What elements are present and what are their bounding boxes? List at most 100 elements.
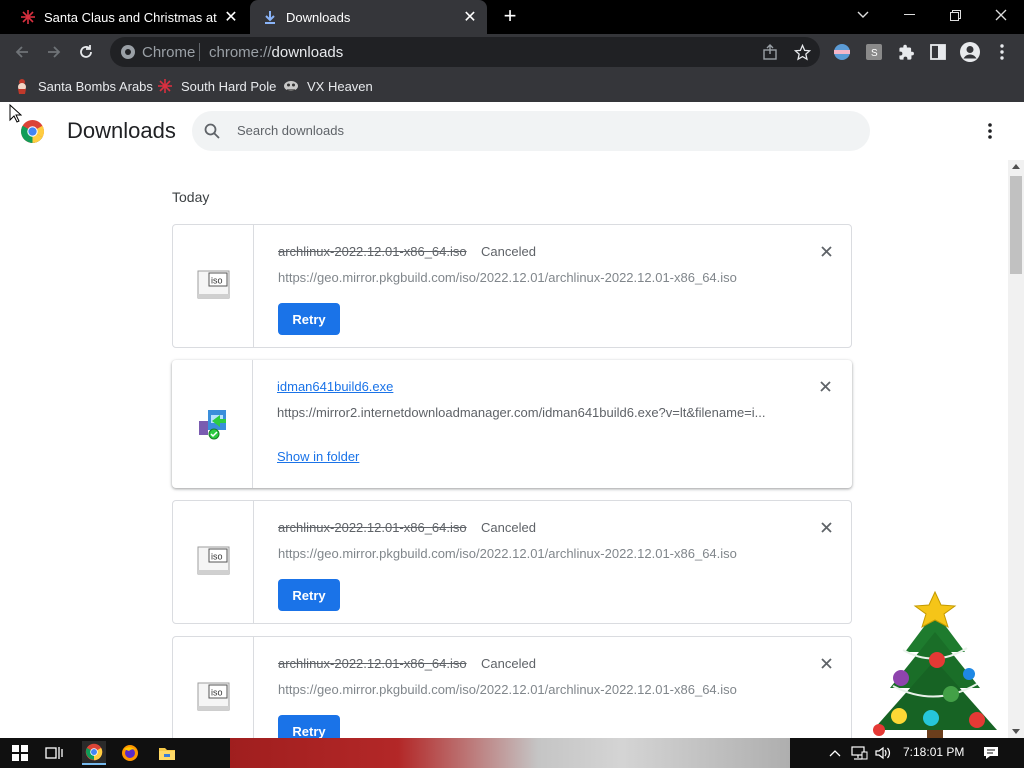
restore-button[interactable] — [932, 0, 978, 30]
scroll-up-arrow-icon[interactable] — [1012, 164, 1020, 169]
download-filename: archlinux-2022.12.01-x86_64.iso — [278, 520, 467, 535]
remove-download-icon[interactable] — [817, 654, 835, 672]
windows-taskbar: 7:18:01 PM — [0, 738, 1024, 768]
tab-close-icon[interactable]: ✕ — [459, 6, 481, 28]
scroll-down-arrow-icon[interactable] — [1012, 729, 1020, 734]
download-favicon-icon — [262, 9, 278, 25]
download-url[interactable]: https://geo.mirror.pkgbuild.com/iso/2022… — [278, 546, 737, 561]
tab-downloads[interactable]: Downloads ✕ — [250, 0, 487, 34]
action-center-icon[interactable] — [982, 745, 1000, 761]
tab-santa-claus[interactable]: Santa Claus and Christmas at the ✕ — [8, 0, 248, 34]
show-hidden-icons-chevron-icon[interactable] — [828, 745, 842, 761]
download-item: iso archlinux-2022.12.01-x86_64.iso Canc… — [172, 636, 852, 738]
downloads-page: Downloads Search downloads Today iso arc… — [0, 102, 1024, 738]
task-view-button[interactable] — [42, 741, 66, 765]
snowflake-favicon-icon — [20, 9, 36, 25]
retry-button[interactable]: Retry — [278, 579, 340, 611]
side-panel-icon[interactable] — [929, 43, 947, 61]
profile-avatar-icon[interactable] — [959, 41, 981, 63]
iso-file-icon: iso — [197, 270, 230, 299]
idm-installer-icon — [199, 410, 226, 440]
folder-icon — [159, 748, 175, 760]
minimize-button[interactable] — [886, 0, 932, 30]
file-icon-column: iso — [173, 637, 254, 738]
scroll-thumb[interactable] — [1010, 176, 1022, 274]
close-window-button[interactable] — [978, 0, 1024, 30]
downloads-header: Downloads Search downloads — [0, 102, 1008, 160]
chrome-page-icon — [121, 45, 135, 59]
extension-flag-icon[interactable] — [833, 43, 851, 61]
bookmarks-bar: Santa Bombs Arabs South Hard Pole VX Hea… — [0, 70, 1024, 102]
url-path: downloads — [271, 44, 344, 61]
omnibox-separator — [199, 43, 200, 61]
chrome-chip-label: Chrome — [142, 44, 196, 61]
bookmark-vx-heaven[interactable]: VX Heaven — [283, 76, 373, 96]
extensions-puzzle-icon[interactable] — [897, 43, 915, 61]
page-scrollbar[interactable] — [1008, 160, 1024, 738]
file-icon-column: iso — [173, 501, 254, 623]
page-title: Downloads — [67, 118, 176, 143]
network-icon[interactable] — [850, 745, 868, 761]
bookmark-label: VX Heaven — [307, 78, 373, 94]
new-tab-button[interactable]: + — [498, 5, 522, 29]
tab-search-chevron-icon[interactable] — [840, 0, 886, 30]
forward-button[interactable] — [40, 38, 68, 66]
volume-icon[interactable] — [874, 745, 892, 761]
start-button[interactable] — [8, 741, 32, 765]
remove-download-icon[interactable] — [817, 242, 835, 260]
back-button[interactable] — [8, 38, 36, 66]
mouse-cursor-icon — [9, 104, 22, 123]
download-item: iso archlinux-2022.12.01-x86_64.iso Canc… — [172, 500, 852, 624]
remove-download-icon[interactable] — [816, 377, 834, 395]
bookmark-santa-bombs-arabs[interactable]: Santa Bombs Arabs — [14, 76, 153, 96]
firefox-logo-icon — [122, 745, 138, 761]
download-filename: archlinux-2022.12.01-x86_64.iso — [278, 244, 467, 259]
more-actions-icon[interactable] — [978, 119, 1002, 143]
bookmark-star-icon[interactable] — [793, 43, 811, 61]
search-downloads-field[interactable]: Search downloads — [192, 111, 870, 151]
reload-button[interactable] — [72, 38, 100, 66]
tab-title: Santa Claus and Christmas at the — [44, 9, 220, 25]
taskbar-file-explorer[interactable] — [155, 741, 179, 765]
download-url[interactable]: https://geo.mirror.pkgbuild.com/iso/2022… — [278, 682, 737, 697]
svg-text:iso: iso — [211, 552, 223, 562]
iso-file-icon: iso — [197, 682, 230, 711]
chrome-menu-icon[interactable] — [993, 43, 1011, 61]
taskbar-chrome[interactable] — [82, 741, 106, 765]
taskbar-firefox[interactable] — [118, 741, 142, 765]
back-arrow-icon — [15, 46, 28, 58]
desktop-wallpaper-strip — [230, 738, 790, 768]
bookmark-label: South Hard Pole — [181, 78, 277, 94]
show-in-folder-link[interactable]: Show in folder — [277, 449, 359, 464]
download-filename: archlinux-2022.12.01-x86_64.iso — [278, 656, 467, 671]
file-icon-column: iso — [173, 225, 254, 347]
download-item: idman641build6.exe https://mirror2.inter… — [172, 360, 852, 488]
file-icon-column — [172, 360, 253, 488]
download-url[interactable]: https://mirror2.internetdownloadmanager.… — [277, 405, 766, 420]
vx-heaven-favicon-icon — [283, 78, 299, 94]
bookmark-south-hard-pole[interactable]: South Hard Pole — [157, 76, 276, 96]
search-icon — [204, 123, 220, 139]
extension-s-icon[interactable]: S — [865, 43, 883, 61]
download-filename-link[interactable]: idman641build6.exe — [277, 379, 393, 394]
tab-strip: Santa Claus and Christmas at the ✕ Downl… — [0, 0, 1024, 34]
svg-text:iso: iso — [211, 276, 223, 286]
reload-icon — [80, 45, 92, 58]
address-bar[interactable]: Chrome chrome://downloads — [110, 37, 820, 67]
browser-toolbar: Chrome chrome://downloads S — [0, 34, 1024, 70]
remove-download-icon[interactable] — [817, 518, 835, 536]
taskbar-clock[interactable]: 7:18:01 PM — [903, 745, 964, 759]
tab-close-icon[interactable]: ✕ — [220, 6, 242, 28]
chrome-logo-icon — [85, 743, 103, 761]
snowflake-favicon-icon — [157, 78, 173, 94]
date-heading: Today — [172, 189, 210, 205]
retry-button[interactable]: Retry — [278, 303, 340, 335]
tab-title: Downloads — [286, 9, 351, 25]
svg-text:iso: iso — [211, 688, 223, 698]
url-text: chrome://downloads — [209, 44, 343, 61]
download-url[interactable]: https://geo.mirror.pkgbuild.com/iso/2022… — [278, 270, 737, 285]
share-icon[interactable] — [761, 43, 779, 61]
forward-arrow-icon — [48, 46, 61, 58]
download-item: iso archlinux-2022.12.01-x86_64.iso Canc… — [172, 224, 852, 348]
retry-button[interactable]: Retry — [278, 715, 340, 738]
